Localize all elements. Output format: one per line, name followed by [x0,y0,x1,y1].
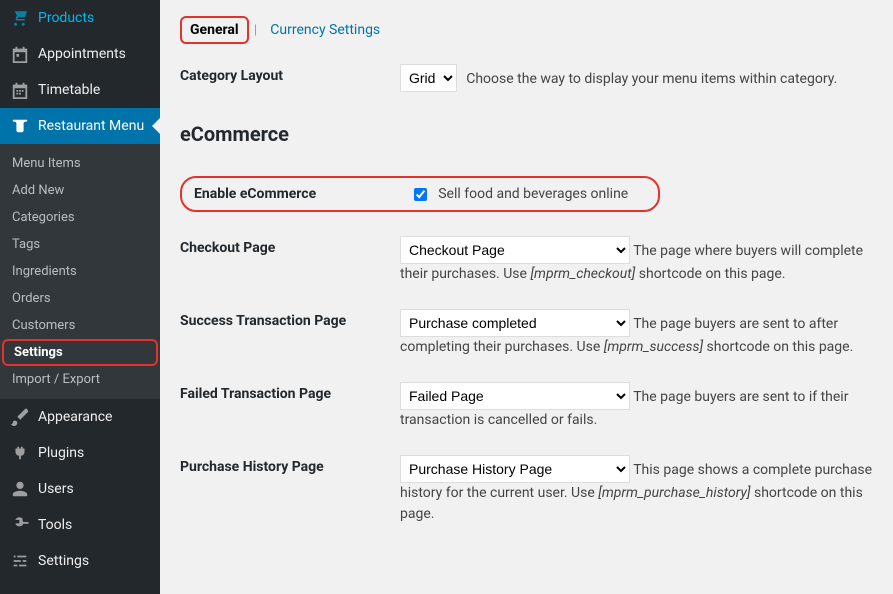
select-checkout-page[interactable]: Checkout Page [400,236,630,264]
shortcode-success: [mprm_success] [604,339,703,355]
row-category-layout: Category Layout Grid Choose the way to d… [180,64,873,92]
sidebar-item-timetable[interactable]: Timetable [0,72,160,108]
sidebar-item-label: Timetable [38,82,100,98]
submenu-item-orders[interactable]: Orders [0,285,160,312]
calendar-icon [10,44,30,64]
submenu-item-menu-items[interactable]: Menu Items [0,150,160,177]
sidebar-item-global-settings[interactable]: Settings [0,543,160,579]
label-category-layout: Category Layout [180,64,400,84]
sidebar-item-products[interactable]: Products [0,0,160,36]
label-success-page: Success Transaction Page [180,309,400,329]
food-icon [10,116,30,136]
sidebar-item-plugins[interactable]: Plugins [0,435,160,471]
sidebar-item-label: Appearance [38,409,112,425]
sidebar-item-appointments[interactable]: Appointments [0,36,160,72]
sidebar-item-label: Restaurant Menu [38,118,144,134]
calendar-grid-icon [10,80,30,100]
submenu-item-import-export[interactable]: Import / Export [0,366,160,393]
admin-sidebar: Products Appointments Timetable Restaura… [0,0,160,594]
tab-currency-settings[interactable]: Currency Settings [262,16,388,44]
plug-icon [10,443,30,463]
row-enable-ecommerce: Enable eCommerce Sell food and beverages… [180,176,660,212]
row-success-page: Success Transaction Page Purchase comple… [180,309,873,358]
sidebar-submenu: Menu Items Add New Categories Tags Ingre… [0,144,160,399]
label-checkout-page: Checkout Page [180,236,400,256]
sidebar-item-users[interactable]: Users [0,471,160,507]
row-failed-page: Failed Transaction Page Failed Page The … [180,382,873,431]
desc-success-after: shortcode on this page. [703,339,853,355]
label-history-page: Purchase History Page [180,455,400,475]
submenu-item-add-new[interactable]: Add New [0,177,160,204]
desc-category-layout: Choose the way to display your menu item… [466,71,837,87]
control-history-page: Purchase History Page This page shows a … [400,455,873,525]
control-category-layout: Grid Choose the way to display your menu… [400,64,873,92]
sidebar-item-restaurant-menu[interactable]: Restaurant Menu [0,108,160,144]
user-icon [10,479,30,499]
label-enable-ecommerce: Enable eCommerce [194,186,414,202]
brush-icon [10,407,30,427]
sidebar-item-label: Tools [38,517,72,533]
sidebar-item-appearance[interactable]: Appearance [0,399,160,435]
label-failed-page: Failed Transaction Page [180,382,400,402]
row-checkout-page: Checkout Page Checkout Page The page whe… [180,236,873,285]
tab-general[interactable]: General [180,16,249,44]
shortcode-history: [mprm_purchase_history] [598,485,750,501]
content-area: General | Currency Settings Category Lay… [160,0,893,594]
submenu-item-tags[interactable]: Tags [0,231,160,258]
sidebar-item-label: Plugins [38,445,84,461]
submenu-item-ingredients[interactable]: Ingredients [0,258,160,285]
cart-icon [10,8,30,28]
select-failed-page[interactable]: Failed Page [400,382,630,410]
submenu-item-customers[interactable]: Customers [0,312,160,339]
control-checkout-page: Checkout Page The page where buyers will… [400,236,873,285]
select-history-page[interactable]: Purchase History Page [400,455,630,483]
heading-ecommerce: eCommerce [180,122,873,146]
sidebar-item-label: Products [38,10,94,26]
row-history-page: Purchase History Page Purchase History P… [180,455,873,525]
control-enable-ecommerce: Sell food and beverages online [414,186,628,202]
select-category-layout[interactable]: Grid [400,64,457,92]
control-failed-page: Failed Page The page buyers are sent to … [400,382,873,431]
desc-checkout-after: shortcode on this page. [635,266,785,282]
sidebar-item-label: Users [38,481,74,497]
select-success-page[interactable]: Purchase completed [400,309,630,337]
checkbox-label-enable-ecommerce: Sell food and beverages online [438,186,628,202]
control-success-page: Purchase completed The page buyers are s… [400,309,873,358]
sidebar-item-tools[interactable]: Tools [0,507,160,543]
sliders-icon [10,551,30,571]
sidebar-item-label: Settings [38,553,89,569]
shortcode-checkout: [mprm_checkout] [530,266,635,282]
submenu-item-settings[interactable]: Settings [2,339,158,366]
submenu-item-categories[interactable]: Categories [0,204,160,231]
wrench-icon [10,515,30,535]
sidebar-item-label: Appointments [38,46,126,62]
checkbox-enable-ecommerce[interactable] [414,188,427,201]
settings-tabs: General | Currency Settings [180,16,873,44]
tab-separator: | [254,23,257,38]
